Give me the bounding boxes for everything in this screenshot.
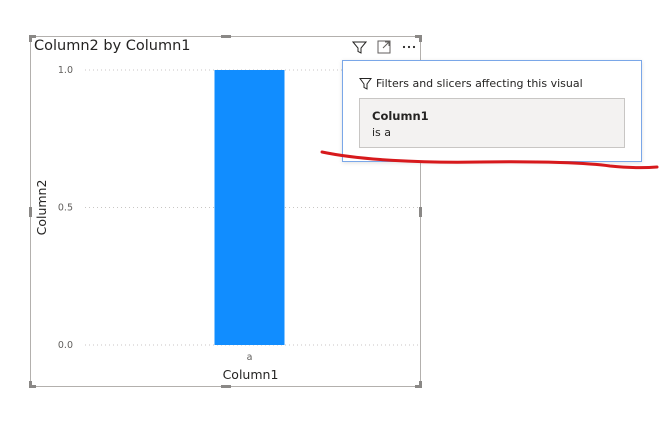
tooltip-header: Filters and slicers affecting this visua… xyxy=(359,77,583,90)
resize-handle-top-right-v[interactable] xyxy=(419,35,422,42)
filter-card: Column1 is a xyxy=(359,98,625,148)
resize-handle-bottom-left-v[interactable] xyxy=(29,381,32,388)
filter-icon xyxy=(359,78,372,90)
resize-handle-top-left-v[interactable] xyxy=(29,35,32,42)
y-tick-label: 0.5 xyxy=(58,203,73,214)
resize-handle-bottom-right-v[interactable] xyxy=(419,381,422,388)
filters-tooltip: Filters and slicers affecting this visua… xyxy=(342,60,642,162)
resize-handle-left[interactable] xyxy=(29,207,32,217)
filter-condition: is a xyxy=(372,126,392,139)
tooltip-header-text: Filters and slicers affecting this visua… xyxy=(376,77,583,90)
x-axis-title: Column1 xyxy=(223,367,279,382)
resize-handle-right[interactable] xyxy=(419,207,422,217)
filter-field-name: Column1 xyxy=(372,109,429,123)
resize-handle-bottom[interactable] xyxy=(221,385,231,388)
x-tick-label: a xyxy=(247,352,253,363)
y-axis-title: Column2 xyxy=(34,180,49,236)
bar[interactable] xyxy=(214,70,285,345)
y-tick-label: 0.0 xyxy=(58,340,73,351)
y-tick-label: 1.0 xyxy=(58,65,73,76)
resize-handle-top[interactable] xyxy=(221,35,231,38)
